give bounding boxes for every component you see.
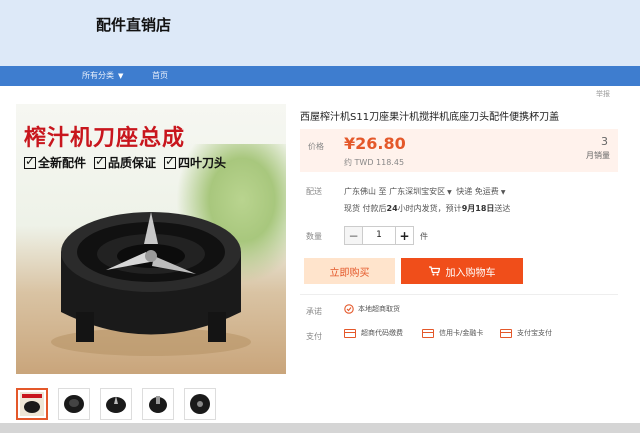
quantity-stepper: − 1 + xyxy=(344,226,414,245)
blade-base-illustration xyxy=(51,212,251,356)
dropdown-arrow-icon[interactable]: ▼ xyxy=(447,189,452,196)
feature-label: 四叶刀头 xyxy=(178,156,227,170)
quantity-increase-button[interactable]: + xyxy=(396,227,413,244)
shipping-express[interactable]: 快递 免运费 xyxy=(456,187,499,196)
feature-label: 品质保证 xyxy=(108,156,157,170)
nav-bar: 所有分类 ▼ 首页 xyxy=(0,66,640,86)
price-value: ¥26.80 xyxy=(344,134,406,153)
stock-suffix: 送达 xyxy=(494,204,511,213)
checkbox-icon xyxy=(94,154,107,169)
thumbnail-image xyxy=(106,396,126,413)
card-icon xyxy=(344,328,356,338)
dropdown-arrow-icon[interactable]: ▼ xyxy=(501,189,506,196)
payment-method-label: 信用卡/金融卡 xyxy=(439,329,484,337)
price-panel: 价格 ¥26.80 约 TWD 118.45 3 月销量 xyxy=(300,129,618,172)
monthly-sales-label: 月销量 xyxy=(586,151,610,160)
section-divider xyxy=(300,294,618,295)
check-circle-icon xyxy=(344,304,354,314)
shipping-to-word: 至 xyxy=(378,187,387,196)
shipping-origin: 广东佛山 xyxy=(344,187,376,196)
nav-home-link[interactable]: 首页 xyxy=(152,70,168,81)
thumbnail-image xyxy=(20,392,44,416)
payment-method-card: 信用卡/金融卡 xyxy=(422,328,483,338)
thumbnail-1[interactable] xyxy=(16,388,48,420)
add-to-cart-label: 加入购物车 xyxy=(445,267,496,279)
payment-method-label: 超商代码缴费 xyxy=(361,329,403,337)
thumbnail-image xyxy=(149,396,167,413)
shipping-label: 配送 xyxy=(306,187,322,196)
checkbox-icon xyxy=(164,154,177,169)
shipping-destination[interactable]: 广东深圳宝安区 xyxy=(389,187,445,196)
monthly-sales-count: 3 xyxy=(601,135,608,148)
main-product-image[interactable]: 榨汁机刀座总成 全新配件 品质保证 四叶刀头 xyxy=(16,104,286,374)
checkbox-icon xyxy=(24,154,36,169)
image-feature: 四叶刀头 xyxy=(164,154,226,171)
image-feature-list: 全新配件 品质保证 四叶刀头 xyxy=(24,154,226,171)
add-to-cart-button[interactable]: 加入购物车 xyxy=(401,258,523,284)
quantity-label: 数量 xyxy=(306,232,322,241)
report-link[interactable]: 举报 xyxy=(596,89,610,99)
payment-method-convenience: 超商代码缴费 xyxy=(344,328,403,338)
store-name[interactable]: 配件直销店 xyxy=(96,14,171,35)
stock-info: 现货 付款后24小时内发货，预计9月18日送达 xyxy=(344,203,510,214)
thumbnail-5[interactable] xyxy=(184,388,216,420)
quantity-decrease-button[interactable]: − xyxy=(345,227,362,244)
guarantee-text: 本地超商取货 xyxy=(358,305,400,313)
thumbnail-2[interactable] xyxy=(58,388,90,420)
feature-label: 全新配件 xyxy=(38,156,87,170)
bottom-bar xyxy=(0,423,640,433)
shipping-route: 广东佛山 至 广东深圳宝安区 ▼ 快递 免运费 ▼ xyxy=(344,186,507,197)
thumbnail-3[interactable] xyxy=(100,388,132,420)
product-title: 西屋榨汁机S11刀座果汁机搅拌机底座刀头配件便携杯刀盖 xyxy=(300,112,560,123)
image-feature: 全新配件 xyxy=(24,154,86,171)
stock-date: 9月18日 xyxy=(461,204,495,213)
store-header: 配件直销店 xyxy=(0,0,640,66)
image-overlay-title: 榨汁机刀座总成 xyxy=(24,126,186,151)
nav-all-categories[interactable]: 所有分类 ▼ xyxy=(82,70,123,81)
thumbnail-image xyxy=(190,394,210,414)
thumbnail-4[interactable] xyxy=(142,388,174,420)
thumbnail-image xyxy=(64,395,84,413)
price-twd: 约 TWD 118.45 xyxy=(344,158,405,167)
quantity-input[interactable]: 1 xyxy=(362,227,396,244)
buy-now-button[interactable]: 立即购买 xyxy=(304,258,395,284)
guarantee-item: 本地超商取货 xyxy=(344,304,400,314)
stock-prefix: 现货 付款后 xyxy=(344,204,387,213)
payment-method-label: 支付宝支付 xyxy=(517,329,552,337)
chevron-down-icon: ▼ xyxy=(118,72,124,80)
card-icon xyxy=(500,328,512,338)
nav-categories-label: 所有分类 xyxy=(82,71,114,80)
quantity-unit: 件 xyxy=(420,232,428,241)
guarantee-label: 承诺 xyxy=(306,307,322,316)
stock-mid: 小时内发货，预计 xyxy=(397,204,462,213)
cart-icon xyxy=(428,266,440,276)
payment-method-alipay: 支付宝支付 xyxy=(500,328,552,338)
price-label: 价格 xyxy=(308,142,324,151)
stock-hours: 24 xyxy=(386,204,398,213)
image-feature: 品质保证 xyxy=(94,154,156,171)
card-icon xyxy=(422,328,434,338)
thumbnail-strip xyxy=(16,388,216,420)
payment-label: 支付 xyxy=(306,332,322,341)
